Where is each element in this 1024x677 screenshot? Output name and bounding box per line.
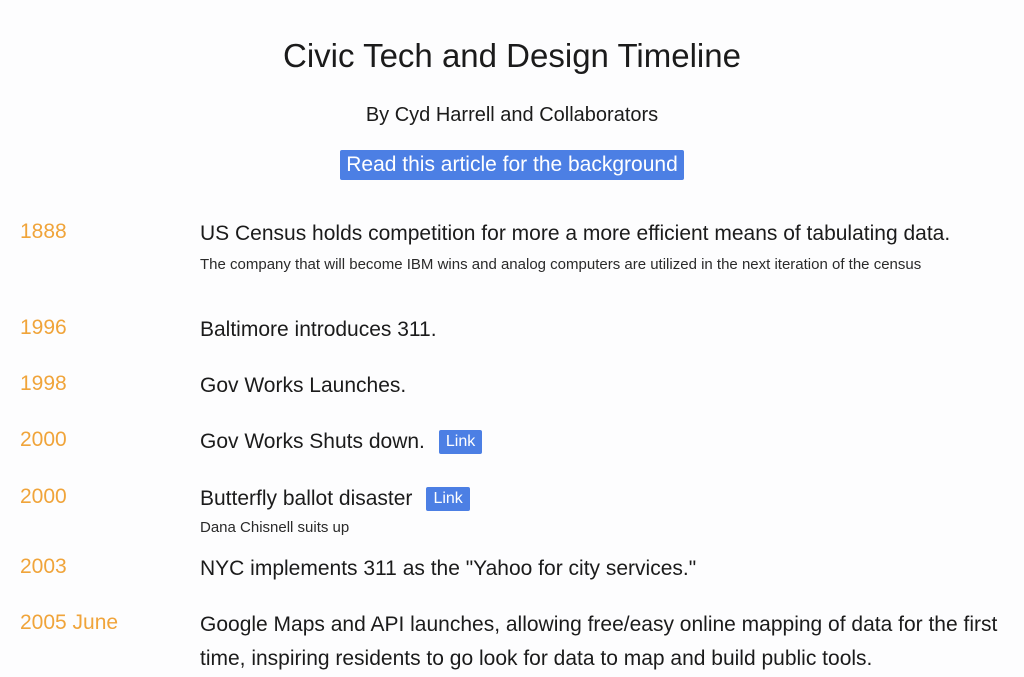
entry-year: 1996 [20, 316, 67, 339]
entry-year: 2000 [20, 485, 67, 508]
entry-content: Gov Works Launches. [200, 369, 1010, 403]
entry-year: 2003 [20, 555, 67, 578]
entry-headline: NYC implements 311 as the "Yahoo for cit… [200, 557, 697, 580]
entry-year: 2000 [20, 428, 67, 451]
entry-headline: Butterfly ballot disaster Link [200, 482, 1010, 516]
entry-content: Gov Works Shuts down. Link [200, 425, 1010, 459]
entry-content: Butterfly ballot disaster Link Dana Chisn… [200, 482, 1010, 540]
entry-content: Google Maps and API launches, allowing f… [200, 608, 1010, 676]
timeline-page: Civic Tech and Design Timeline By Cyd Ha… [0, 0, 1024, 677]
timeline-list: 1888 US Census holds competition for mor… [0, 0, 1024, 677]
entry-headline: Gov Works Shuts down. Link [200, 425, 1010, 459]
entry-year: 2005 June [20, 611, 119, 634]
entry-detail: Dana Chisnell suits up [200, 519, 350, 536]
entry-content: NYC implements 311 as the "Yahoo for cit… [200, 552, 1010, 586]
entry-link-button[interactable]: Link [426, 487, 470, 511]
entry-link-button[interactable]: Link [438, 430, 483, 454]
entry-headline-text: Gov Works Shuts down. [200, 430, 425, 453]
entry-content: US Census holds competition for more a m… [200, 217, 1010, 277]
entry-headline-text: Butterfly ballot disaster [200, 487, 413, 510]
entry-headline: US Census holds competition for more a m… [200, 222, 951, 245]
entry-year: 1888 [20, 220, 67, 243]
entry-year: 1998 [20, 372, 67, 395]
entry-headline: Google Maps and API launches, allowing f… [200, 613, 998, 670]
entry-headline: Baltimore introduces 311. [200, 318, 437, 341]
entry-headline: Gov Works Launches. [200, 374, 407, 397]
entry-detail: The company that will become IBM wins an… [200, 256, 922, 273]
entry-content: Baltimore introduces 311. [200, 313, 1010, 347]
